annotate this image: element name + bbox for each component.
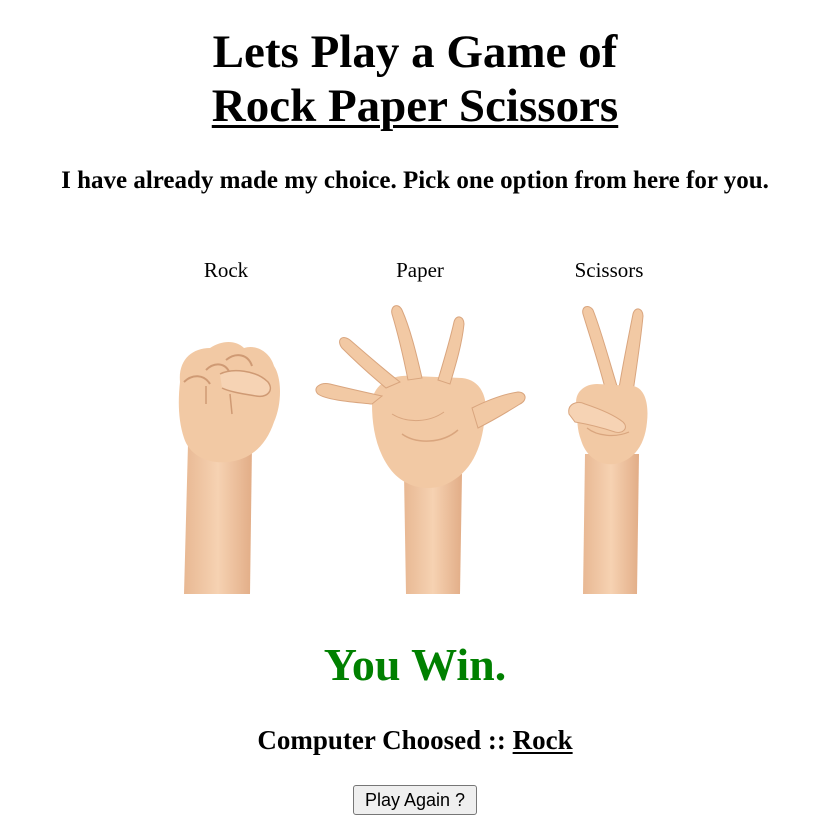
choice-scissors[interactable]: Scissors <box>563 256 655 596</box>
computer-choice-text: Computer Choosed :: Rock <box>0 722 830 758</box>
actions: Play Again ? <box>0 785 830 815</box>
title-line-1: Lets Play a Game of <box>212 26 618 78</box>
page-title: Lets Play a Game of Rock Paper Scissors <box>0 25 830 133</box>
play-again-button[interactable]: Play Again ? <box>352 785 478 815</box>
result-message: You Win. <box>323 639 507 690</box>
computer-choice-prefix: Computer Choosed :: <box>257 725 506 755</box>
choice-paper[interactable]: Paper <box>312 256 528 596</box>
choice-rock[interactable]: Rock <box>170 256 282 596</box>
choice-paper-label: Paper <box>396 258 444 282</box>
choice-rock-label: Rock <box>203 258 249 282</box>
choices-row: Rock Paper Scissors <box>0 256 830 596</box>
computer-choice-value: Rock <box>512 725 573 755</box>
rock-hand-icon[interactable] <box>170 304 282 596</box>
scissors-hand-icon[interactable] <box>563 304 655 596</box>
title-line-2: Rock Paper Scissors <box>211 80 619 132</box>
paper-hand-icon[interactable] <box>312 304 528 596</box>
choice-scissors-label: Scissors <box>574 258 644 282</box>
instructions-text: I have already made my choice. Pick one … <box>61 167 769 194</box>
